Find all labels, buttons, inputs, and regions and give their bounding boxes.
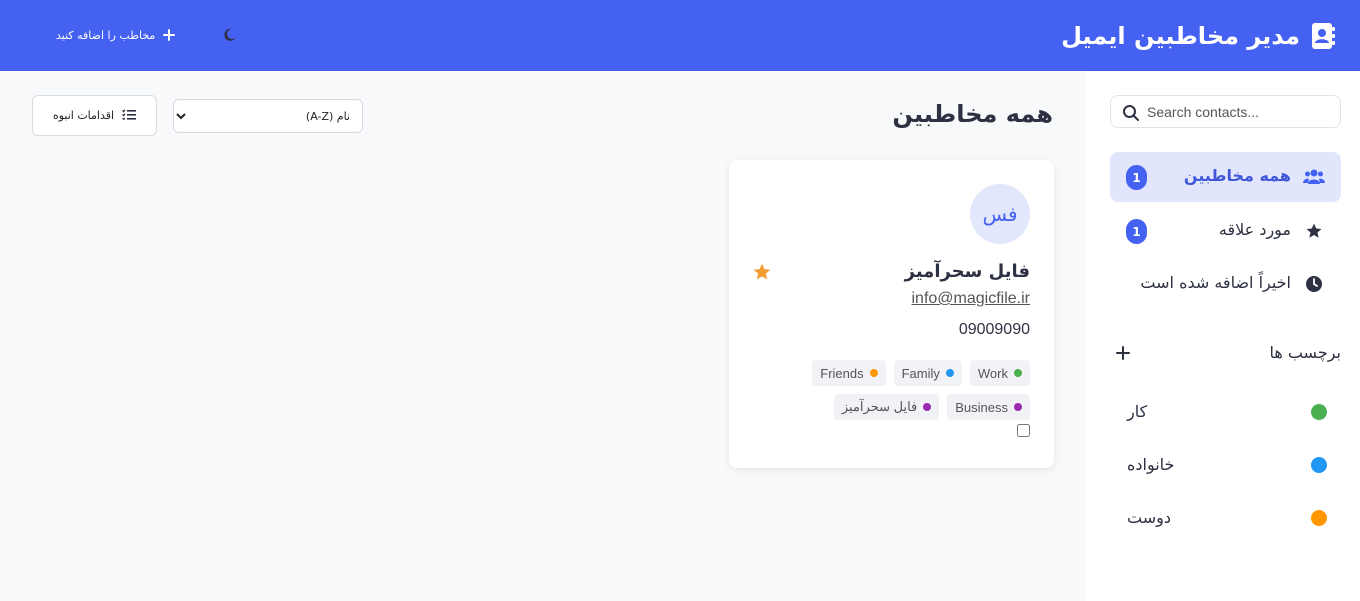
search-icon bbox=[1122, 104, 1140, 122]
sidebar-item-all-contacts[interactable]: همه مخاطبین 1 bbox=[1110, 152, 1341, 202]
tag-chip-label: Business bbox=[955, 399, 1008, 415]
sidebar: همه مخاطبین 1 مورد علاقه 1 اخیراً اضافه … bbox=[1086, 71, 1360, 601]
clock-icon bbox=[1303, 274, 1325, 294]
add-contact-label: مخاطب را اضافه کنید bbox=[56, 28, 156, 42]
tag-chip-label: Friends bbox=[820, 365, 864, 381]
app-header: مدیر مخاطبین ایمیل مخاطب را اضافه کنید bbox=[0, 0, 1360, 71]
tag-label: خانواده bbox=[1127, 455, 1175, 474]
list-check-icon bbox=[122, 106, 137, 125]
tag-chip-work[interactable]: Work bbox=[969, 360, 1030, 386]
sidebar-item-label: همه مخاطبین bbox=[1183, 166, 1291, 185]
count-badge: 1 bbox=[1126, 165, 1147, 190]
tag-chip-label: Family bbox=[901, 365, 940, 381]
add-tag-button[interactable] bbox=[1116, 345, 1132, 361]
search-box bbox=[1110, 95, 1341, 128]
tag-label: دوست bbox=[1127, 508, 1171, 527]
page-title: همه مخاطبین bbox=[892, 100, 1053, 128]
tag-color-dot bbox=[1311, 404, 1327, 420]
tag-chip-label: Work bbox=[977, 365, 1008, 381]
search-input[interactable] bbox=[1147, 102, 1332, 122]
sidebar-tag-friend[interactable]: دوست bbox=[1110, 498, 1341, 538]
plus-icon bbox=[1116, 345, 1130, 364]
plus-icon bbox=[163, 26, 176, 45]
contact-phone: 09009090 bbox=[958, 321, 1030, 338]
tag-color-dot bbox=[1311, 510, 1327, 526]
contact-name: فایل سحرآمیز bbox=[904, 261, 1030, 282]
sidebar-item-label: اخیراً اضافه شده است bbox=[1140, 273, 1291, 292]
address-book-icon bbox=[1310, 21, 1336, 51]
bulk-actions-button[interactable]: اقدامات انبوه bbox=[32, 95, 157, 136]
tag-chip-label: فایل سحرآمیز bbox=[841, 399, 918, 414]
tag-color-dot bbox=[945, 369, 954, 377]
count-badge: 1 bbox=[1126, 219, 1147, 244]
sort-select[interactable]: نام (A-Z) bbox=[173, 99, 363, 133]
contact-email-link[interactable]: info@magicfile.ir bbox=[912, 290, 1031, 308]
contact-card[interactable]: فس فایل سحرآمیز info@magicfile.ir 090090… bbox=[729, 160, 1054, 468]
sidebar-item-label: مورد علاقه bbox=[1218, 220, 1291, 239]
tag-chip-family[interactable]: Family bbox=[893, 360, 962, 386]
brand: مدیر مخاطبین ایمیل bbox=[1061, 20, 1336, 52]
sidebar-tag-work[interactable]: کار bbox=[1110, 392, 1341, 432]
users-icon bbox=[1303, 167, 1325, 187]
app-title: مدیر مخاطبین ایمیل bbox=[1061, 22, 1300, 50]
tag-chip-custom[interactable]: فایل سحرآمیز bbox=[833, 394, 940, 420]
contact-select-checkbox[interactable] bbox=[1017, 424, 1030, 437]
tag-chip-friends[interactable]: Friends bbox=[812, 360, 886, 386]
tag-color-dot bbox=[1311, 457, 1327, 473]
tag-chip-business[interactable]: Business bbox=[947, 394, 1030, 420]
avatar: فس bbox=[970, 184, 1030, 244]
tag-chips-row: Business فایل سحرآمیز bbox=[740, 394, 1030, 420]
tag-color-dot bbox=[923, 403, 932, 411]
sidebar-tag-family[interactable]: خانواده bbox=[1110, 445, 1341, 485]
star-icon bbox=[1303, 221, 1325, 241]
tag-chips-row: Work Family Friends bbox=[740, 360, 1030, 386]
sidebar-item-favorites[interactable]: مورد علاقه 1 bbox=[1110, 206, 1341, 256]
tags-heading: برچسب ها bbox=[1269, 343, 1341, 362]
tag-color-dot bbox=[1014, 403, 1022, 411]
favorite-star-icon[interactable] bbox=[752, 262, 772, 282]
bulk-actions-label: اقدامات انبوه bbox=[52, 109, 115, 122]
theme-toggle-button[interactable] bbox=[220, 26, 240, 46]
sidebar-item-recent[interactable]: اخیراً اضافه شده است bbox=[1110, 259, 1341, 309]
tag-color-dot bbox=[869, 369, 878, 377]
tag-label: کار bbox=[1127, 402, 1148, 421]
tag-color-dot bbox=[1014, 369, 1022, 377]
moon-icon bbox=[223, 27, 237, 46]
add-contact-button[interactable]: مخاطب را اضافه کنید bbox=[56, 24, 176, 46]
